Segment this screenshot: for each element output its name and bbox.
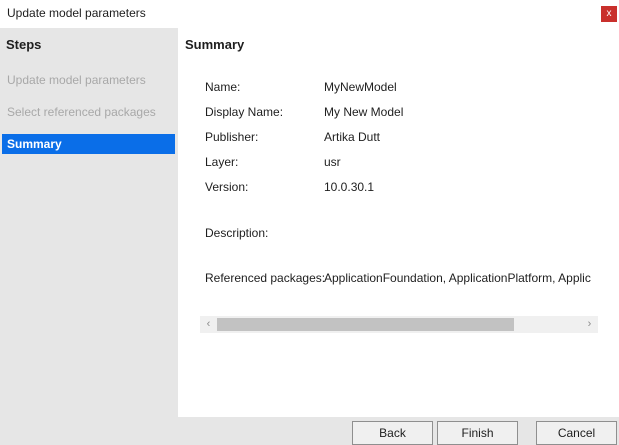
- name-label: Name:: [205, 80, 241, 94]
- cancel-button[interactable]: Cancel: [536, 421, 617, 445]
- step-update-model-parameters: Update model parameters: [0, 70, 178, 90]
- display-name-label: Display Name:: [205, 105, 284, 119]
- scroll-left-icon[interactable]: ‹: [200, 316, 217, 333]
- horizontal-scrollbar[interactable]: ‹ ›: [200, 316, 598, 333]
- name-value: MyNewModel: [324, 80, 397, 94]
- window-title: Update model parameters: [7, 6, 146, 20]
- title-bar: Update model parameters x: [0, 0, 619, 28]
- button-bar: Back Finish Cancel: [0, 417, 619, 445]
- display-name-value: My New Model: [324, 105, 404, 119]
- publisher-value: Artika Dutt: [324, 130, 381, 144]
- layer-label: Layer:: [205, 155, 239, 169]
- publisher-label: Publisher:: [205, 130, 259, 144]
- scroll-right-icon[interactable]: ›: [581, 316, 598, 333]
- steps-sidebar: Steps Update model parameters Select ref…: [0, 28, 178, 417]
- step-label: Summary: [7, 137, 62, 151]
- page-title: Summary: [185, 37, 245, 52]
- description-label: Description:: [205, 226, 269, 240]
- steps-header: Steps: [6, 37, 42, 52]
- referenced-packages-row: Referenced packages: ApplicationFoundati…: [205, 271, 598, 287]
- version-value: 10.0.30.1: [324, 180, 375, 194]
- back-button[interactable]: Back: [352, 421, 433, 445]
- step-label: Update model parameters: [7, 73, 146, 87]
- scrollbar-thumb[interactable]: [217, 318, 514, 331]
- step-select-referenced-packages: Select referenced packages: [0, 102, 178, 122]
- referenced-packages-value: ApplicationFoundation, ApplicationPlatfo…: [324, 271, 591, 285]
- finish-button[interactable]: Finish: [437, 421, 518, 445]
- summary-panel: Summary Name: MyNewModel Display Name: M…: [178, 28, 619, 417]
- referenced-packages-label: Referenced packages:: [205, 271, 326, 285]
- step-label: Select referenced packages: [7, 105, 156, 119]
- step-summary[interactable]: Summary: [2, 134, 175, 154]
- layer-value: usr: [324, 155, 341, 169]
- version-label: Version:: [205, 180, 249, 194]
- close-button[interactable]: x: [601, 6, 617, 22]
